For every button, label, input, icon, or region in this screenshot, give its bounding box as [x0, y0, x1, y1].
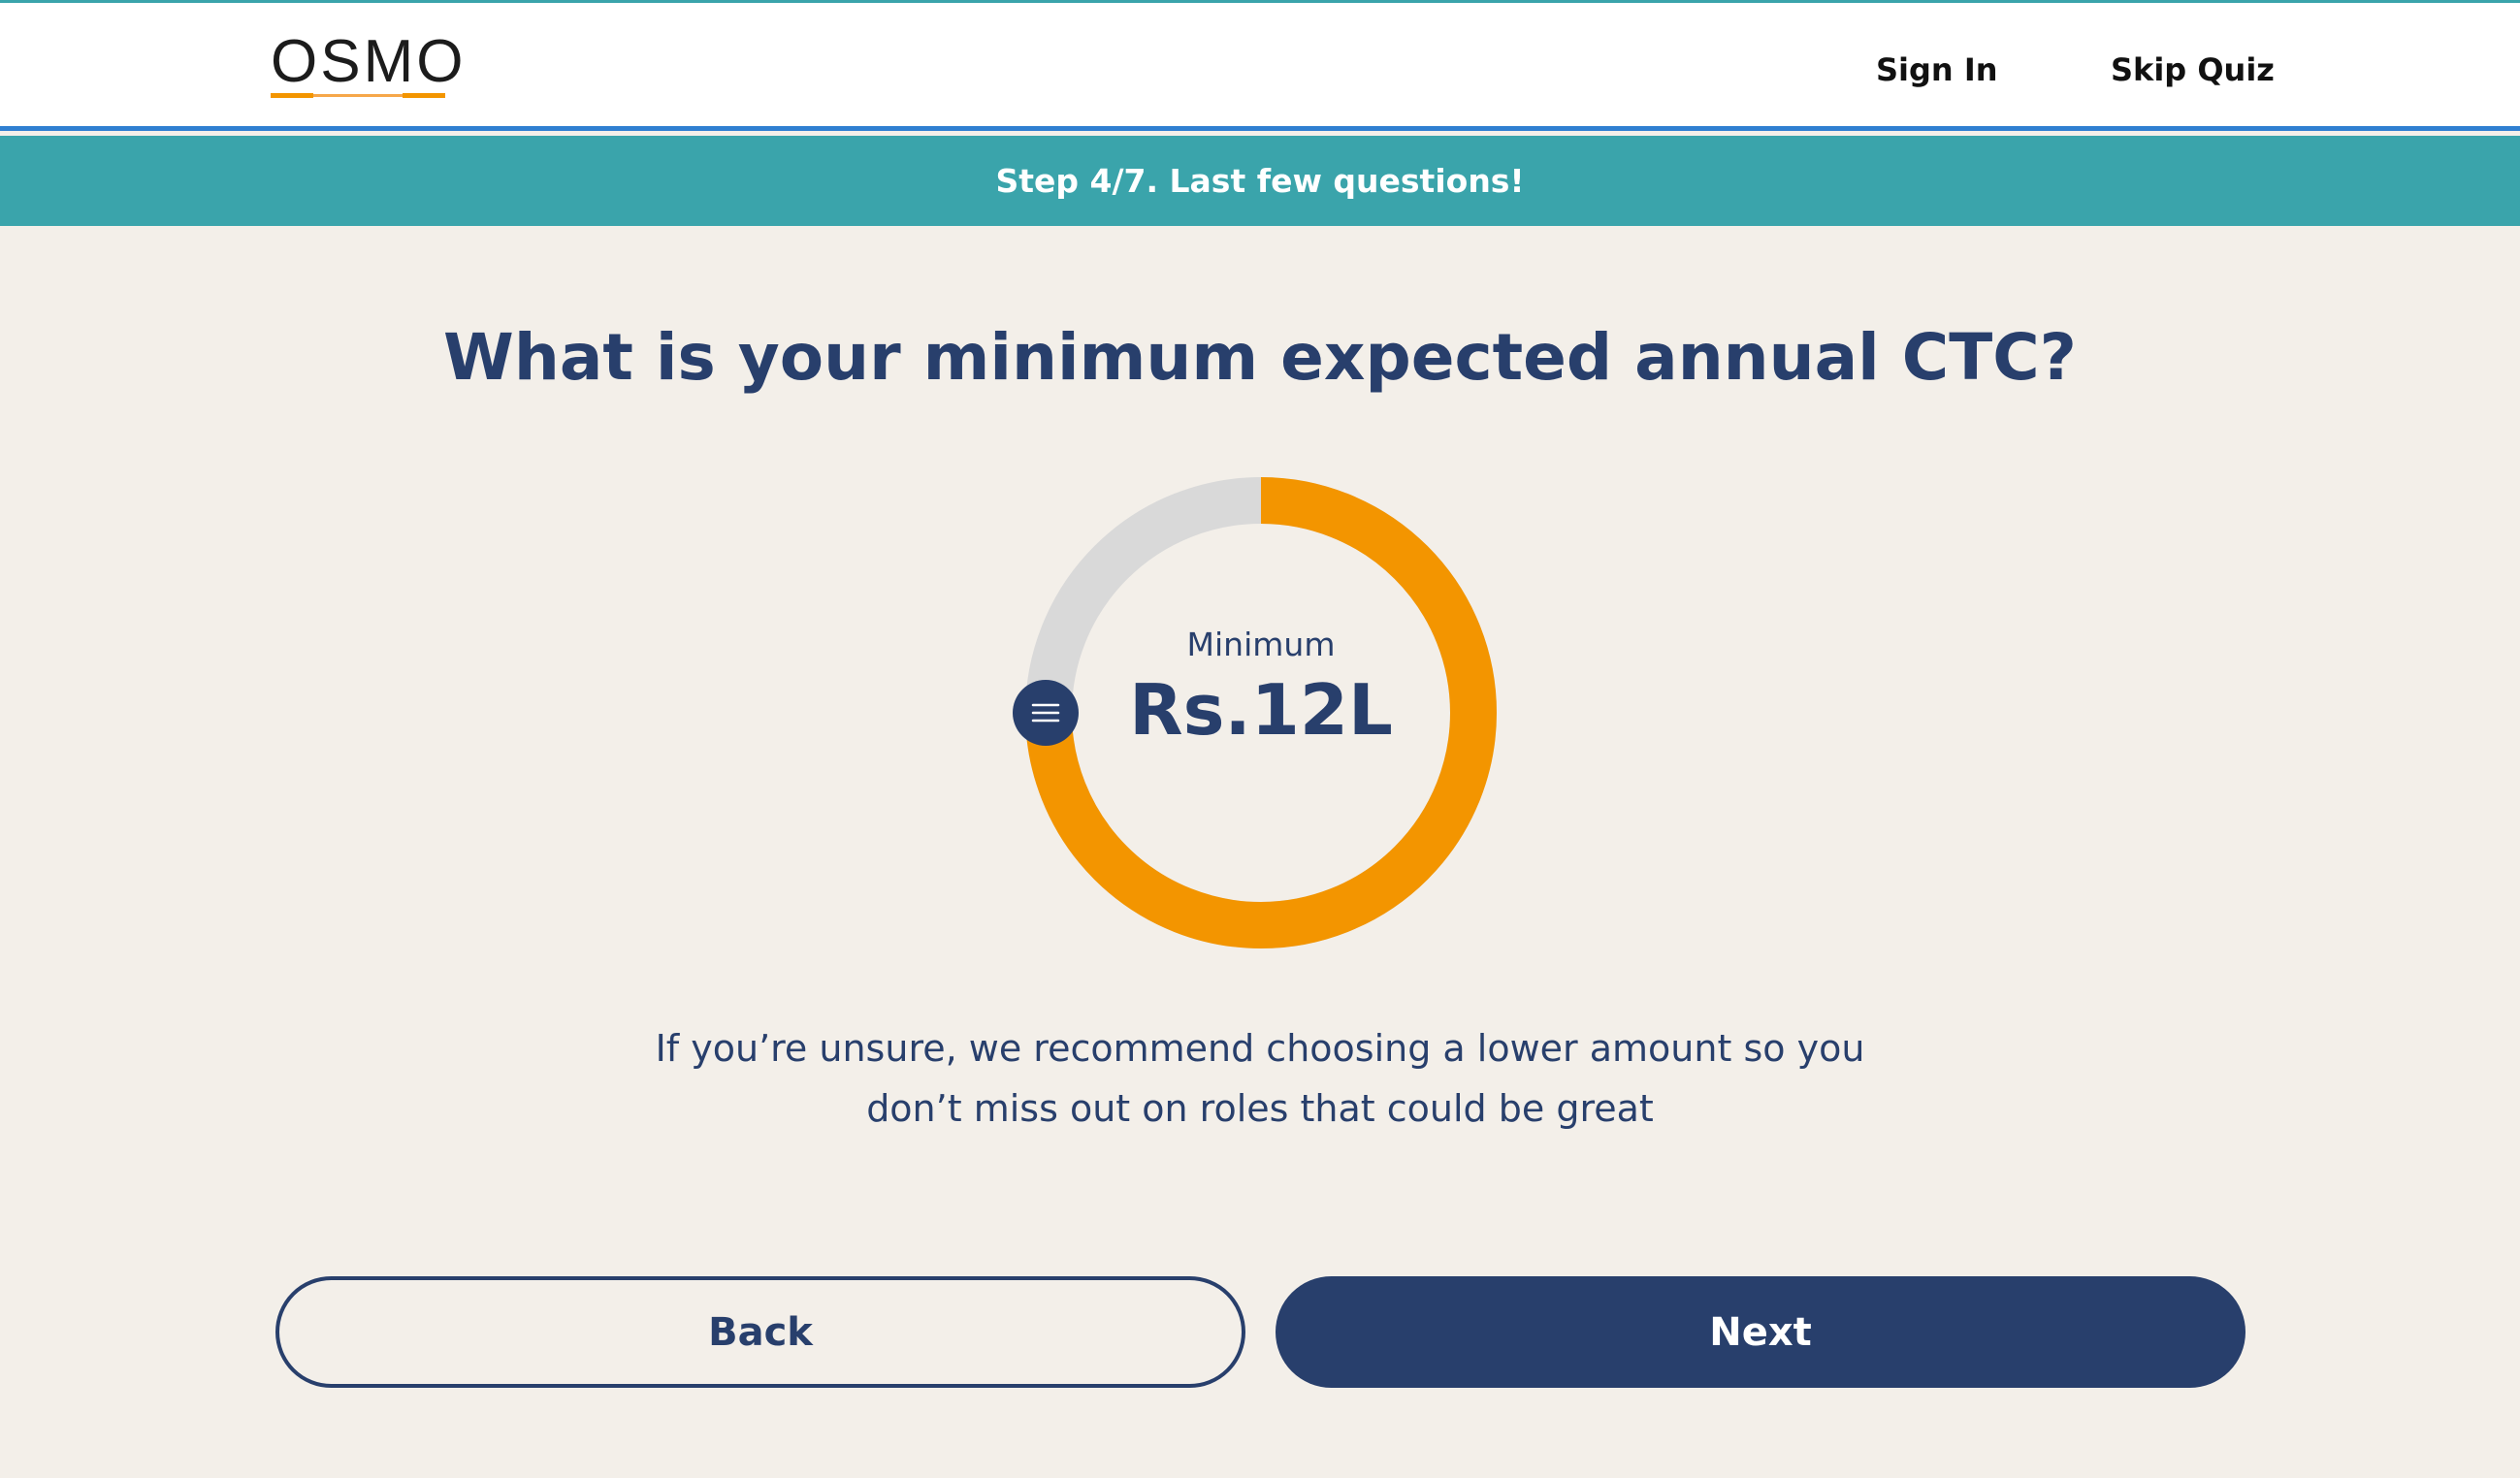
site-header: OSMO Sign In Skip Quiz [0, 3, 2520, 131]
sign-in-link[interactable]: Sign In [1876, 51, 1998, 88]
logo-text: OSMO [271, 28, 467, 95]
step-progress-text: Step 4/7. Last few questions! [995, 162, 1525, 200]
hint-line-2: don’t miss out on roles that could be gr… [866, 1087, 1654, 1130]
logo-underline-accent-left [271, 93, 313, 98]
hint-line-1: If you’re unsure, we recommend choosing … [655, 1027, 1865, 1070]
step-progress-banner: Step 4/7. Last few questions! [0, 136, 2520, 226]
question-title: What is your minimum expected annual CTC… [443, 320, 2077, 395]
back-button[interactable]: Back [275, 1276, 1245, 1388]
next-button[interactable]: Next [1276, 1276, 2245, 1388]
logo-underline-accent-right [403, 93, 445, 98]
osmo-logo[interactable]: OSMO [271, 32, 463, 102]
recommendation-hint: If you’re unsure, we recommend choosing … [0, 1018, 2520, 1139]
ctc-dial[interactable]: Minimum Rs.12L [1009, 466, 1513, 970]
skip-quiz-link[interactable]: Skip Quiz [2111, 51, 2275, 88]
dial-value: Rs.12L [1129, 669, 1393, 751]
dial-caption: Minimum [1186, 626, 1336, 663]
